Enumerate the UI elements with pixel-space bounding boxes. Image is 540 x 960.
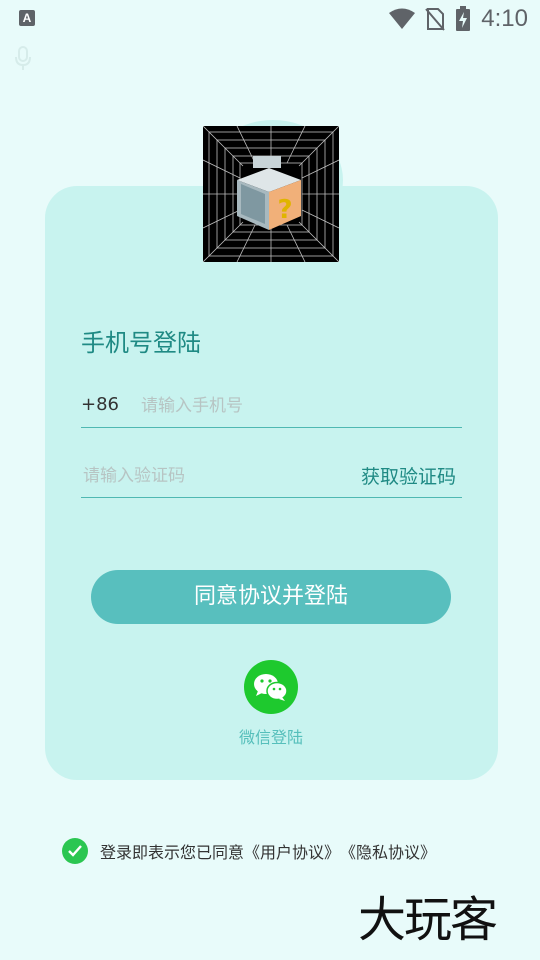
checkmark-icon xyxy=(68,845,82,857)
status-icons: 4:10 xyxy=(389,5,528,33)
get-code-button[interactable]: 获取验证码 xyxy=(361,462,456,489)
no-sim-icon xyxy=(425,8,446,31)
agree-and-login-button[interactable]: 同意协议并登陆 xyxy=(91,570,451,624)
status-bar: A 4:10 xyxy=(0,0,540,36)
page-title: 手机号登陆 xyxy=(81,329,201,357)
agreement-prefix: 登录即表示您已同意 xyxy=(100,843,245,862)
svg-text:?: ? xyxy=(277,195,292,225)
battery-charging-icon xyxy=(456,6,471,31)
agreement-row: 登录即表示您已同意 《用户协议》 《隐私协议》 xyxy=(62,838,436,864)
agreement-checkbox[interactable] xyxy=(62,838,88,864)
wechat-icon xyxy=(254,674,288,701)
verification-code-input[interactable] xyxy=(81,460,325,492)
wechat-login-label: 微信登陆 xyxy=(238,728,303,747)
wechat-login-button[interactable] xyxy=(244,660,298,714)
user-agreement-link[interactable]: 《用户协议》 xyxy=(244,839,340,863)
country-code[interactable]: +86 xyxy=(81,394,119,415)
code-field-row: 获取验证码 xyxy=(81,450,462,498)
phone-field-row: +86 xyxy=(81,380,462,428)
watermark: 大玩客 xyxy=(358,892,498,948)
phone-input[interactable] xyxy=(139,390,443,422)
privacy-agreement-link[interactable]: 《隐私协议》 xyxy=(340,839,436,863)
wifi-icon xyxy=(389,8,416,29)
notification-app-icon: A xyxy=(19,10,35,26)
app-logo: ? xyxy=(203,126,339,262)
status-time: 4:10 xyxy=(481,5,528,32)
microphone-icon[interactable] xyxy=(14,45,32,71)
